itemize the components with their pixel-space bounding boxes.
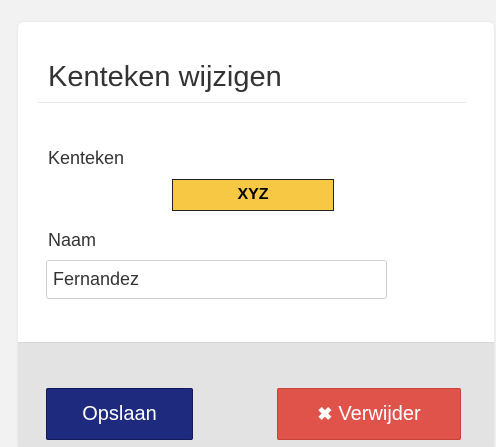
save-button-label: Opslaan [82,402,157,425]
modal-title: Kenteken wijzigen [48,61,282,93]
save-button[interactable]: Opslaan [46,388,193,440]
modal-header: Kenteken wijzigen [18,22,494,104]
delete-button-label: Verwijder [338,402,421,425]
naam-input[interactable] [46,260,387,299]
license-plate-display: XYZ [172,179,334,211]
kenteken-label: Kenteken [48,148,125,168]
times-icon: ✖ [317,403,333,424]
naam-label: Naam [48,230,97,250]
modal-footer: Opslaan ✖ Verwijder [18,342,494,447]
header-divider [38,102,466,103]
edit-license-plate-modal: Kenteken wijzigen Kenteken XYZ Naam Opsl… [18,22,494,447]
delete-button[interactable]: ✖ Verwijder [277,388,461,440]
